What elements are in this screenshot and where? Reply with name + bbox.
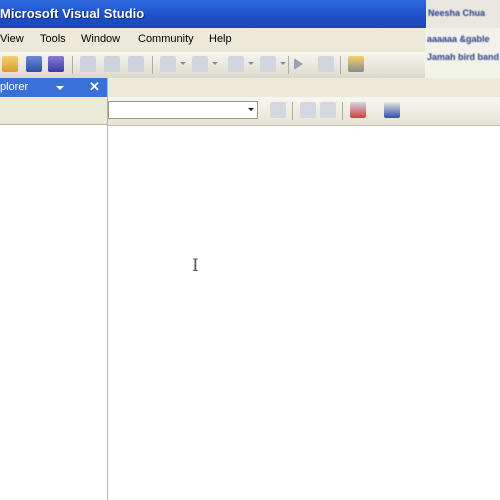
title-right-text: Neesha Chua [428, 8, 486, 18]
info-line-2: Jamah bird band [427, 52, 500, 62]
text-cursor-icon: I [192, 256, 199, 276]
title-right-area: Neesha Chua [426, 0, 500, 28]
menu-window[interactable]: Window [81, 33, 120, 45]
web-browser-toolbar [108, 97, 500, 126]
menu-tools[interactable]: Tools [40, 33, 66, 45]
home-icon[interactable] [320, 102, 336, 118]
solution-explorer-toolbar [0, 97, 107, 125]
undo-dropdown-icon[interactable] [180, 62, 186, 65]
navigate-back-dropdown-icon[interactable] [248, 62, 254, 65]
navigate-forward-dropdown-icon[interactable] [280, 62, 286, 65]
solution-explorer-header: plorer ✕ [0, 78, 107, 97]
solution-explorer-panel: plorer ✕ [0, 78, 108, 500]
window-title-bar: Microsoft Visual Studio [0, 0, 500, 28]
new-window-icon[interactable] [384, 102, 400, 118]
save-icon[interactable] [26, 56, 42, 72]
menu-view[interactable]: View [0, 33, 24, 45]
step-icon[interactable] [318, 56, 334, 72]
info-panel: aaaaaa &gable Jamah bird band [425, 28, 500, 78]
close-icon[interactable]: ✕ [89, 79, 100, 95]
redo-dropdown-icon[interactable] [212, 62, 218, 65]
toolbar-separator [340, 56, 341, 74]
navigate-forward-icon[interactable] [260, 56, 276, 72]
url-combo-box[interactable] [108, 101, 258, 119]
window-title: Microsoft Visual Studio [0, 6, 145, 21]
toolbar-separator [288, 56, 289, 74]
cut-icon[interactable] [80, 56, 96, 72]
solution-explorer-title: plorer [0, 81, 29, 93]
navigate-back-icon[interactable] [228, 56, 244, 72]
start-debug-icon[interactable] [294, 58, 303, 70]
undo-icon[interactable] [160, 56, 176, 72]
toolbar-separator [342, 102, 343, 120]
chevron-down-icon[interactable] [248, 108, 254, 111]
menu-community[interactable]: Community [138, 33, 194, 45]
toolbar-separator [72, 56, 73, 74]
solution-explorer-icon[interactable] [348, 56, 364, 72]
document-tab-strip [108, 78, 500, 97]
search-icon[interactable] [270, 102, 286, 118]
toolbar-separator [292, 102, 293, 120]
redo-icon[interactable] [192, 56, 208, 72]
open-folder-icon[interactable] [2, 56, 18, 72]
menu-help[interactable]: Help [209, 33, 232, 45]
standard-toolbar [0, 52, 425, 79]
document-content-area[interactable] [108, 126, 500, 500]
copy-icon[interactable] [104, 56, 120, 72]
info-line-1: aaaaaa &gable [427, 34, 490, 44]
toolbar-separator [152, 56, 153, 74]
paste-icon[interactable] [128, 56, 144, 72]
window-position-dropdown-icon[interactable] [56, 86, 64, 90]
web-icon[interactable] [300, 102, 316, 118]
menu-bar: View Tools Window Community Help [0, 28, 425, 52]
save-all-icon[interactable] [48, 56, 64, 72]
remove-icon[interactable] [350, 102, 366, 118]
